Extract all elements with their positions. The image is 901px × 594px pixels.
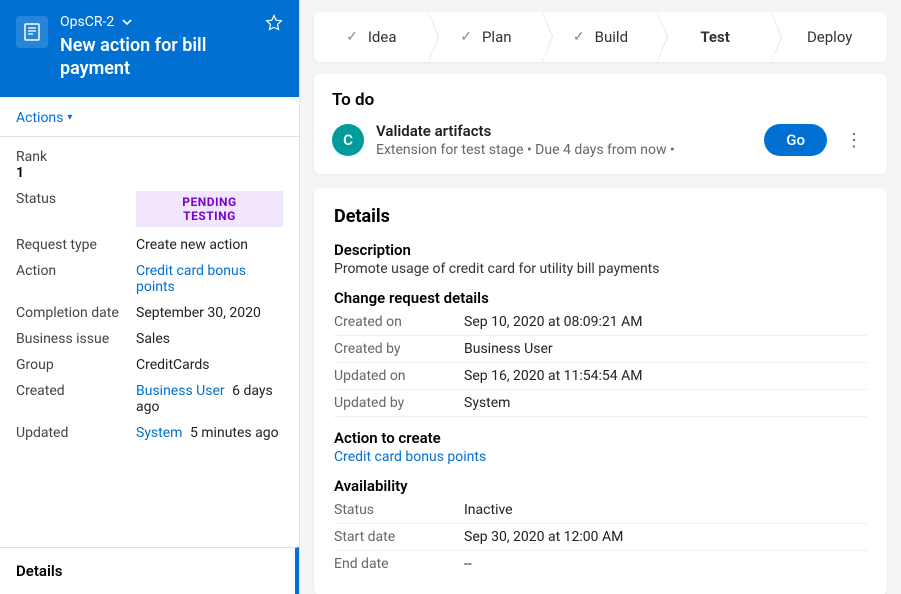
todo-task: Validate artifacts (376, 122, 752, 140)
avail-end-label: End date (334, 556, 464, 572)
check-icon: ✓ (346, 29, 358, 45)
reqtype-value: Create new action (136, 237, 283, 253)
stage-label: Deploy (807, 28, 852, 46)
atc-heading: Action to create (334, 429, 867, 447)
go-button[interactable]: Go (764, 124, 827, 156)
document-icon (16, 16, 48, 48)
action-link[interactable]: Credit card bonus points (136, 263, 246, 295)
updated-on-value: Sep 16, 2020 at 11:54:54 AM (464, 368, 642, 384)
details-card: Details Description Promote usage of cre… (314, 188, 887, 594)
completion-value: September 30, 2020 (136, 305, 283, 321)
actions-bar: Actions ▾ (0, 97, 299, 137)
avail-status-value: Inactive (464, 502, 513, 518)
description-value: Promote usage of credit card for utility… (334, 261, 867, 277)
created-on-label: Created on (334, 314, 464, 330)
rank-value: 1 (16, 165, 283, 181)
avail-start-value: Sep 30, 2020 at 12:00 AM (464, 529, 623, 545)
header-content: OpsCR-2 New action for bill payment (60, 14, 253, 81)
created-by-label: Created by (334, 341, 464, 357)
chevron-down-icon[interactable] (122, 15, 132, 29)
availability-heading: Availability (334, 477, 867, 495)
bi-label: Business issue (16, 331, 136, 347)
description-label: Description (334, 241, 867, 259)
created-label: Created (16, 383, 136, 399)
main-content: ✓ Idea ✓ Plan ✓ Build Test Deploy To do C V… (300, 0, 901, 594)
stage-test[interactable]: Test (658, 12, 773, 62)
left-tabs: Details (0, 547, 299, 594)
status-badge: PENDING TESTING (136, 191, 283, 227)
case-title: New action for bill payment (60, 34, 253, 81)
stage-label: Idea (368, 28, 397, 46)
case-header: OpsCR-2 New action for bill payment (0, 0, 299, 97)
case-id: OpsCR-2 (60, 14, 114, 30)
stage-chevron: ✓ Idea ✓ Plan ✓ Build Test Deploy (314, 12, 887, 62)
actions-dropdown[interactable]: Actions ▾ (16, 110, 72, 126)
caret-down-icon: ▾ (67, 112, 72, 123)
stage-build[interactable]: ✓ Build (543, 12, 658, 62)
status-label: Status (16, 191, 136, 207)
crd-heading: Change request details (334, 289, 867, 307)
reqtype-label: Request type (16, 237, 136, 253)
stage-label: Plan (482, 28, 512, 46)
check-icon: ✓ (460, 29, 472, 45)
stage-deploy[interactable]: Deploy (772, 12, 887, 62)
bi-value: Sales (136, 331, 283, 347)
stage-idea[interactable]: ✓ Idea (314, 12, 429, 62)
star-icon[interactable] (265, 14, 283, 37)
sidebar: OpsCR-2 New action for bill payment Acti… (0, 0, 300, 594)
kebab-icon[interactable]: ⋮ (839, 130, 869, 151)
created-on-value: Sep 10, 2020 at 08:09:21 AM (464, 314, 642, 330)
avail-end-value: -- (464, 556, 472, 572)
updated-by-value: System (464, 395, 510, 411)
created-by-value: Business User (464, 341, 553, 357)
rank-label: Rank (16, 149, 283, 165)
atc-link[interactable]: Credit card bonus points (334, 449, 486, 465)
group-label: Group (16, 357, 136, 373)
details-heading: Details (334, 206, 867, 227)
updated-user-link[interactable]: System (136, 425, 182, 441)
avail-start-label: Start date (334, 529, 464, 545)
group-value: CreditCards (136, 357, 283, 373)
updated-by-label: Updated by (334, 395, 464, 411)
completion-label: Completion date (16, 305, 136, 321)
created-user-link[interactable]: Business User (136, 383, 225, 399)
todo-heading: To do (332, 90, 869, 110)
case-meta: Rank 1 Status PENDING TESTING Request ty… (0, 137, 299, 459)
updated-label: Updated (16, 425, 136, 441)
updated-on-label: Updated on (334, 368, 464, 384)
todo-card: To do C Validate artifacts Extension for… (314, 74, 887, 174)
avail-status-label: Status (334, 502, 464, 518)
action-label: Action (16, 263, 136, 279)
avatar: C (332, 124, 364, 156)
todo-subtext: Extension for test stage • Due 4 days fr… (376, 142, 752, 158)
check-icon: ✓ (573, 29, 585, 45)
actions-label: Actions (16, 110, 63, 126)
updated-time: 5 minutes ago (190, 425, 279, 441)
tab-details[interactable]: Details (0, 547, 299, 594)
stage-label: Build (595, 28, 628, 46)
stage-label: Test (700, 28, 730, 46)
stage-plan[interactable]: ✓ Plan (429, 12, 544, 62)
